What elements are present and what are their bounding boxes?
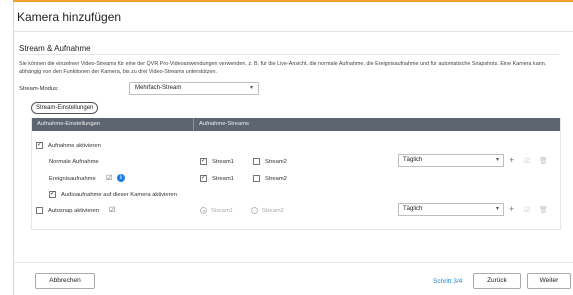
back-button[interactable]: Zurück	[473, 273, 521, 289]
chevron-down-icon: ▾	[495, 206, 499, 212]
autosnap-stream1-label: Stream1	[211, 208, 233, 214]
dialog-accent-bar	[13, 0, 573, 2]
autosnap-schedule-select[interactable]: Täglich ▾	[398, 203, 504, 216]
normal-stream2-label: Stream2	[265, 159, 287, 165]
next-button[interactable]: Weiter	[527, 273, 571, 289]
header-recording-settings: Aufnahme-Einstellungen	[37, 121, 101, 127]
event-stream1-checkbox[interactable]: ✓	[200, 175, 207, 182]
info-icon[interactable]: i	[117, 174, 125, 182]
header-separator	[193, 118, 194, 131]
step-indicator: Schritt 3/4	[433, 278, 463, 285]
event-stream2-label: Stream2	[265, 176, 287, 182]
chevron-down-icon: ▾	[495, 157, 499, 163]
stream-mode-select[interactable]: Mehrfach-Stream ▾	[129, 82, 259, 95]
autosnap-schedule-value: Täglich	[403, 206, 423, 212]
autosnap-stream2-label: Stream2	[262, 208, 284, 214]
footer-divider	[13, 262, 573, 263]
chevron-down-icon: ▾	[249, 85, 253, 91]
dialog-title: Kamera hinzufügen	[17, 10, 122, 24]
stream-mode-value: Mehrfach-Stream	[135, 85, 182, 91]
autosnap-label: Autosnap aktivieren	[48, 208, 99, 214]
add-autosnap-schedule-icon[interactable]: +	[509, 205, 514, 214]
enable-recording-label: Aufnahme aktivieren	[48, 143, 101, 149]
edit-autosnap-icon[interactable]: ☑	[109, 206, 115, 214]
autosnap-stream1-radio[interactable]	[200, 207, 207, 214]
recording-table: Aufnahme-Einstellungen Aufnahme-Streams …	[31, 118, 561, 230]
section-divider	[19, 54, 559, 55]
normal-recording-label: Normale Aufnahme	[49, 159, 99, 165]
header-recording-streams: Aufnahme-Streams	[199, 121, 249, 127]
audio-recording-checkbox[interactable]: ✓	[49, 191, 56, 198]
edit-event-icon[interactable]: ☑	[106, 174, 112, 182]
normal-schedule-select[interactable]: Täglich ▾	[398, 154, 504, 167]
edit-autosnap-schedule-icon[interactable]: ☑	[524, 206, 530, 215]
edit-schedule-icon[interactable]: ☑	[524, 157, 530, 166]
autosnap-checkbox[interactable]	[36, 207, 43, 214]
stream-mode-label: Stream-Modus:	[19, 86, 59, 92]
stream-settings-button[interactable]: Stream-Einstellungen	[31, 102, 99, 114]
normal-stream2-checkbox[interactable]	[253, 158, 260, 165]
table-header: Aufnahme-Einstellungen Aufnahme-Streams	[32, 118, 560, 131]
section-title: Stream & Aufnahme	[19, 44, 91, 53]
event-stream1-label: Stream1	[212, 176, 234, 182]
cancel-button[interactable]: Abbrechen	[35, 273, 95, 289]
section-description: Sie können die einzelnen Video-Streams f…	[19, 61, 547, 75]
normal-schedule-value: Täglich	[403, 157, 423, 163]
autosnap-stream2-radio[interactable]	[251, 207, 258, 214]
enable-recording-checkbox[interactable]: ✓	[36, 142, 43, 149]
delete-autosnap-schedule-icon[interactable]: 🗑	[539, 206, 548, 215]
delete-schedule-icon[interactable]: 🗑	[539, 157, 548, 166]
normal-stream1-label: Stream1	[212, 159, 234, 165]
event-recording-label: Ereignisaufnahme	[49, 176, 96, 182]
add-schedule-icon[interactable]: +	[509, 156, 514, 165]
audio-recording-label: Audioaufnahme auf dieser Kamera aktivier…	[61, 192, 178, 198]
normal-stream1-checkbox[interactable]: ✓	[200, 158, 207, 165]
header-divider	[13, 31, 573, 32]
event-stream2-checkbox[interactable]	[253, 175, 260, 182]
